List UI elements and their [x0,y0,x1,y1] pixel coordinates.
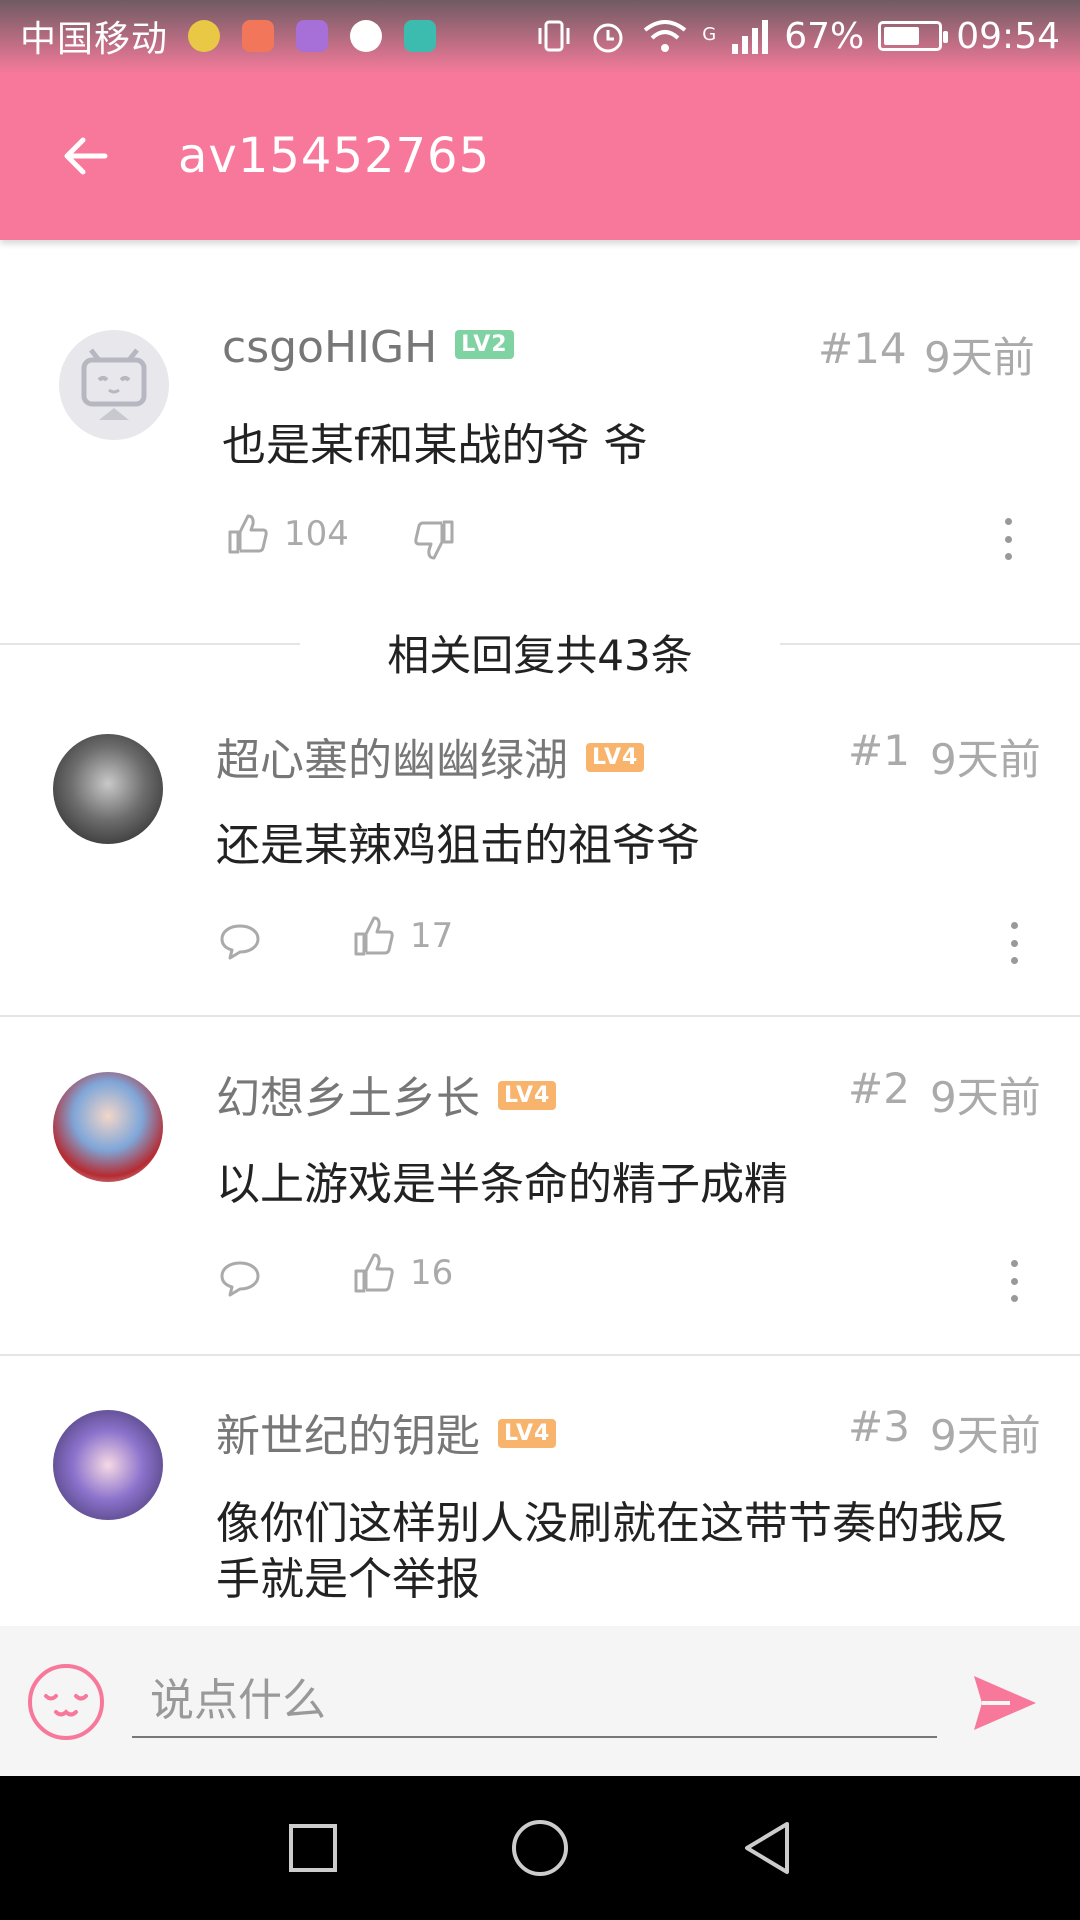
timestamp: 9天前 [930,735,1041,784]
timestamp: 9天前 [930,1411,1041,1460]
notification-app-icon [188,20,221,52]
signal-icon [732,20,769,54]
comment-text: 像你们这样别人没刷就在这带节奏的我反手就是个举报 [216,1498,1008,1605]
timestamp: 9天前 [924,333,1035,382]
battery-percent: 67% [784,15,865,57]
recent-apps-button[interactable] [278,1813,348,1883]
floor-number: #3 [848,1402,910,1451]
level-badge: LV4 [586,742,645,772]
floor-number: #2 [848,1064,910,1113]
reply-button[interactable] [218,1257,262,1301]
like-count: 17 [410,916,454,956]
alarm-icon [593,23,623,53]
reply-item: 超心塞的幽幽绿湖 LV4 #1 9天前 还是某辣鸡狙击的祖爷爷 17 [0,700,1080,1015]
vibrate-icon [538,20,570,52]
smiley-face-icon [28,1664,104,1740]
clock: 09:54 [956,15,1060,57]
comment-text: 还是某辣鸡狙击的祖爷爷 [216,820,700,871]
username-text: 幻想乡土乡长 [216,1073,480,1124]
level-badge: LV4 [498,1418,557,1448]
username[interactable]: 幻想乡土乡长 LV4 [216,1062,557,1126]
notification-gallery-icon [296,20,329,52]
username[interactable]: 超心塞的幽幽绿湖 LV4 [216,724,645,788]
reply-item: 幻想乡土乡长 LV4 #2 9天前 以上游戏是半条命的精子成精 16 [0,1017,1080,1354]
notification-mail-icon [242,20,275,52]
network-type: G [702,23,717,45]
avatar[interactable] [53,1072,163,1182]
page-title: av15452765 [178,128,491,184]
username[interactable]: 新世纪的钥匙 LV4 [216,1400,557,1464]
comment-bubble-icon [220,924,260,960]
comment-text: 也是某f和某战的爷 爷 [222,420,648,471]
emoji-button[interactable] [26,1662,106,1742]
more-options-button[interactable] [1009,922,1019,964]
like-count: 16 [410,1253,454,1293]
avatar[interactable] [59,330,169,440]
avatar[interactable] [53,734,163,844]
thumbs-up-icon [228,514,268,554]
send-icon [974,1676,1036,1730]
level-badge: LV4 [498,1080,557,1110]
username-text: csgoHIGH [222,322,438,373]
back-nav-button[interactable] [732,1813,802,1883]
reply-item: 新世纪的钥匙 LV4 #3 9天前 像你们这样别人没刷就在这带节奏的我反手就是个举… [0,1356,1080,1626]
more-options-button[interactable] [1003,518,1013,560]
square-icon [289,1824,338,1872]
floor-number: #14 [818,324,907,373]
avatar[interactable] [53,1410,163,1520]
triangle-back-icon [744,1822,789,1874]
like-button[interactable]: 104 [226,512,349,556]
floor-number: #1 [848,726,910,775]
thumbs-down-icon [414,520,454,560]
thumbs-up-icon [354,916,394,956]
circle-icon [511,1820,568,1876]
back-button[interactable] [40,111,130,201]
send-button[interactable] [970,1670,1040,1736]
more-options-button[interactable] [1009,1260,1019,1302]
dislike-button[interactable] [412,518,456,562]
reply-button[interactable] [218,920,262,964]
app-bar: av15452765 [0,72,1080,240]
username-text: 新世纪的钥匙 [216,1411,480,1462]
related-replies-label: 相关回复共43条 [387,631,693,680]
battery-icon [878,21,949,51]
timestamp: 9天前 [930,1073,1041,1122]
status-bar: 中国移动 G 67% 09:54 [0,0,1080,72]
level-badge: LV2 [455,329,514,359]
like-count: 104 [284,514,349,554]
navigation-bar [0,1776,1080,1920]
notification-map-icon [350,20,383,52]
main-comment: csgoHIGH LV2 #14 9天前 也是某f和某战的爷 爷 104 [0,240,1080,600]
comment-text: 以上游戏是半条命的精子成精 [216,1159,788,1210]
home-button[interactable] [505,1813,575,1883]
wifi-icon [644,20,687,52]
like-button[interactable]: 17 [352,914,453,958]
comment-input-bar: 说点什么 [0,1626,1080,1776]
like-button[interactable]: 16 [352,1251,453,1295]
thumbs-up-icon [354,1253,394,1293]
arrow-left-icon [64,137,108,175]
carrier-label: 中国移动 [20,19,169,60]
default-avatar-icon [81,348,147,420]
comment-bubble-icon [220,1261,260,1297]
comment-input[interactable]: 说点什么 [132,1666,937,1738]
username-text: 超心塞的幽幽绿湖 [216,735,568,786]
notification-edit-icon [404,20,437,52]
username[interactable]: csgoHIGH LV2 [222,322,514,373]
